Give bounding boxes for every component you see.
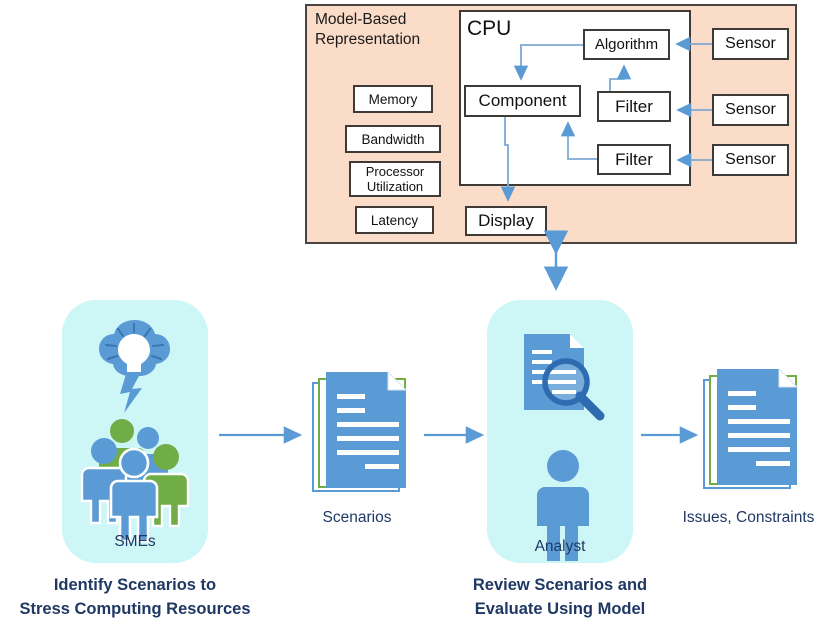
metric-box-memory[interactable]: Memory [353, 85, 433, 113]
diagram-canvas: Model-Based Representation Memory Bandwi… [0, 0, 837, 630]
cpu-block-label: Algorithm [594, 36, 659, 53]
analyst-caption-line1: Review Scenarios and [472, 576, 648, 594]
metric-box-bandwidth[interactable]: Bandwidth [345, 125, 441, 153]
model-based-representation-title: Model-Based Representation [315, 10, 465, 50]
issues-inner-label: Issues, Constraints [682, 509, 815, 526]
display-box[interactable]: Display [465, 206, 547, 236]
sensor-box-1[interactable]: Sensor [712, 28, 789, 60]
smes-caption-line2: Stress Computing Resources [19, 600, 251, 618]
document-stack-icon [312, 370, 408, 492]
smes-panel [62, 300, 208, 563]
cpu-block-filter-2[interactable]: Filter [597, 144, 671, 175]
cpu-block-filter-1[interactable]: Filter [597, 91, 671, 122]
metric-label: Memory [368, 91, 418, 107]
sensor-label: Sensor [725, 35, 776, 52]
cpu-block-component[interactable]: Component [464, 85, 581, 117]
analyst-caption: Review Scenarios and Evaluate Using Mode… [430, 573, 690, 621]
analyst-caption-line2: Evaluate Using Model [474, 600, 646, 618]
sensor-label: Sensor [725, 151, 776, 168]
smes-caption-line1: Identify Scenarios to [53, 576, 217, 594]
smes-inner-label: SMEs [114, 533, 156, 550]
sensor-label: Sensor [725, 101, 776, 118]
analyst-inner-label: Analyst [534, 538, 586, 555]
metric-label-line1: Processor [365, 164, 425, 179]
cpu-block-label: Filter [615, 96, 653, 116]
scenarios-inner-label: Scenarios [322, 509, 392, 526]
metric-label: Bandwidth [361, 131, 425, 147]
analyst-panel [487, 300, 633, 563]
smes-caption: Identify Scenarios to Stress Computing R… [0, 573, 275, 621]
cpu-block-label: Filter [615, 149, 653, 169]
mbr-title-line2: Representation [315, 31, 421, 48]
sensor-box-2[interactable]: Sensor [712, 94, 789, 126]
metric-box-processor-utilization[interactable]: Processor Utilization [349, 161, 441, 197]
document-stack-icon [703, 367, 799, 489]
metric-label-line2: Utilization [366, 179, 424, 194]
sensor-box-3[interactable]: Sensor [712, 144, 789, 176]
cpu-block-label: Component [478, 91, 567, 110]
metric-label: Latency [370, 212, 419, 228]
mbr-title-line1: Model-Based [315, 11, 407, 28]
cpu-block-algorithm[interactable]: Algorithm [583, 29, 670, 60]
cpu-label: CPU [467, 17, 512, 40]
metric-box-latency[interactable]: Latency [355, 206, 434, 234]
display-label: Display [478, 211, 534, 230]
